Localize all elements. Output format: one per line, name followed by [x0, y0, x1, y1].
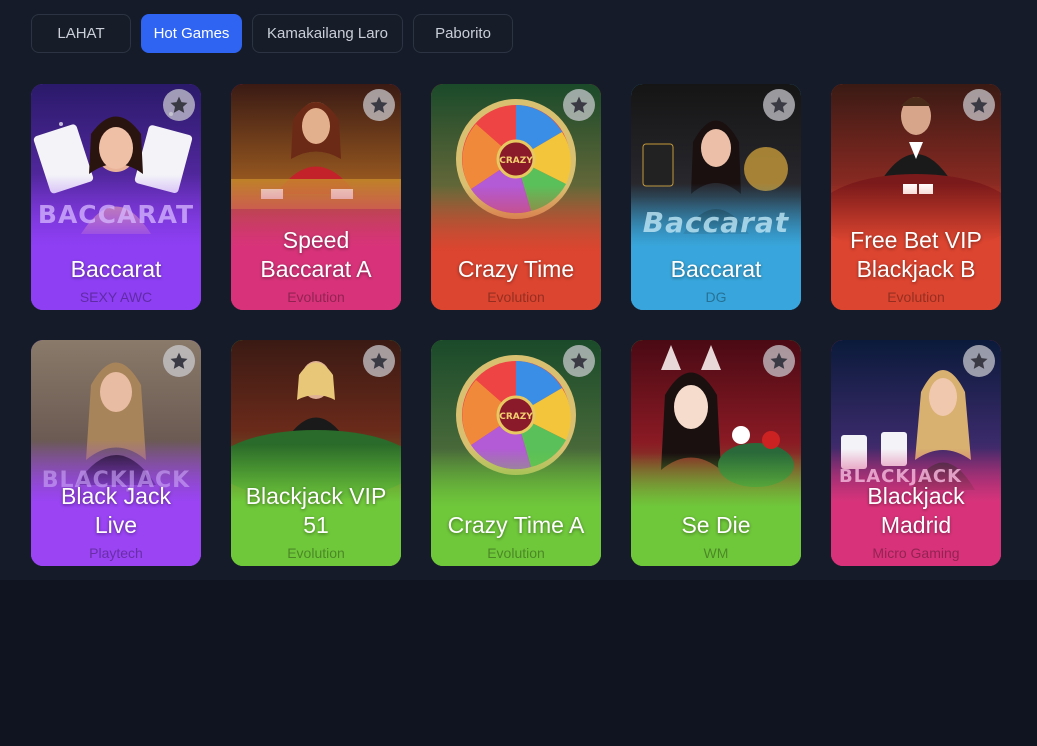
favorite-star-icon[interactable]: [163, 345, 195, 377]
tab-hot-games[interactable]: Hot Games: [141, 14, 242, 53]
game-provider: Evolution: [287, 545, 345, 561]
game-card[interactable]: Free Bet VIP Blackjack B Evolution: [831, 84, 1001, 310]
game-card[interactable]: BLACKJACK Blackjack Madrid Micro Gaming: [831, 340, 1001, 566]
game-title: Crazy Time A: [447, 512, 585, 538]
game-provider: Evolution: [487, 545, 545, 561]
game-card[interactable]: CRAZY Crazy Time A Evolution: [431, 340, 601, 566]
game-card[interactable]: Blackjack VIP 51 Evolution: [231, 340, 401, 566]
tab-favorites[interactable]: Paborito: [413, 14, 513, 53]
game-title: Baccarat: [670, 256, 762, 282]
favorite-star-icon[interactable]: [163, 89, 195, 121]
thumbnail-logo-text: BACCARAT: [37, 200, 195, 229]
game-provider: SEXY AWC: [79, 289, 153, 305]
favorite-star-icon[interactable]: [763, 345, 795, 377]
game-title: Blackjack Madrid: [867, 483, 965, 538]
game-provider: Evolution: [287, 289, 345, 305]
game-provider: Evolution: [487, 289, 545, 305]
thumbnail-logo-text: Baccarat: [642, 206, 790, 239]
game-title: Free Bet VIP Blackjack B: [850, 227, 982, 282]
game-title: Speed Baccarat A: [260, 227, 372, 282]
game-provider: DG: [705, 289, 727, 305]
game-card[interactable]: CRAZY Crazy Time Evolution: [431, 84, 601, 310]
game-title: Se Die: [681, 512, 751, 538]
game-card[interactable]: Se Die WM: [631, 340, 801, 566]
game-provider: Playtech: [89, 545, 143, 561]
favorite-star-icon[interactable]: [563, 345, 595, 377]
game-card[interactable]: BLACKJACK Black Jack Live Playtech: [31, 340, 201, 566]
game-title: Black Jack Live: [61, 483, 171, 538]
tab-all[interactable]: LAHAT: [31, 14, 131, 53]
favorite-star-icon[interactable]: [763, 89, 795, 121]
game-card[interactable]: Baccarat Baccarat DG: [631, 84, 801, 310]
game-title: Blackjack VIP 51: [245, 483, 387, 538]
favorite-star-icon[interactable]: [563, 89, 595, 121]
game-grid: BACCARAT Baccarat SEXY AWC Speed Baccara…: [31, 84, 1001, 566]
game-provider: Evolution: [887, 289, 945, 305]
game-title: Crazy Time: [457, 256, 575, 282]
favorite-star-icon[interactable]: [963, 345, 995, 377]
game-provider: WM: [703, 545, 729, 561]
favorite-star-icon[interactable]: [963, 89, 995, 121]
category-tabs: LAHAT Hot Games Kamakailang Laro Paborit…: [31, 14, 513, 53]
favorite-star-icon[interactable]: [363, 345, 395, 377]
favorite-star-icon[interactable]: [363, 89, 395, 121]
tab-recent-games[interactable]: Kamakailang Laro: [252, 14, 403, 53]
game-card[interactable]: Speed Baccarat A Evolution: [231, 84, 401, 310]
game-card[interactable]: BACCARAT Baccarat SEXY AWC: [31, 84, 201, 310]
games-panel: LAHAT Hot Games Kamakailang Laro Paborit…: [0, 0, 1037, 580]
game-title: Baccarat: [70, 256, 162, 282]
game-provider: Micro Gaming: [872, 545, 960, 561]
